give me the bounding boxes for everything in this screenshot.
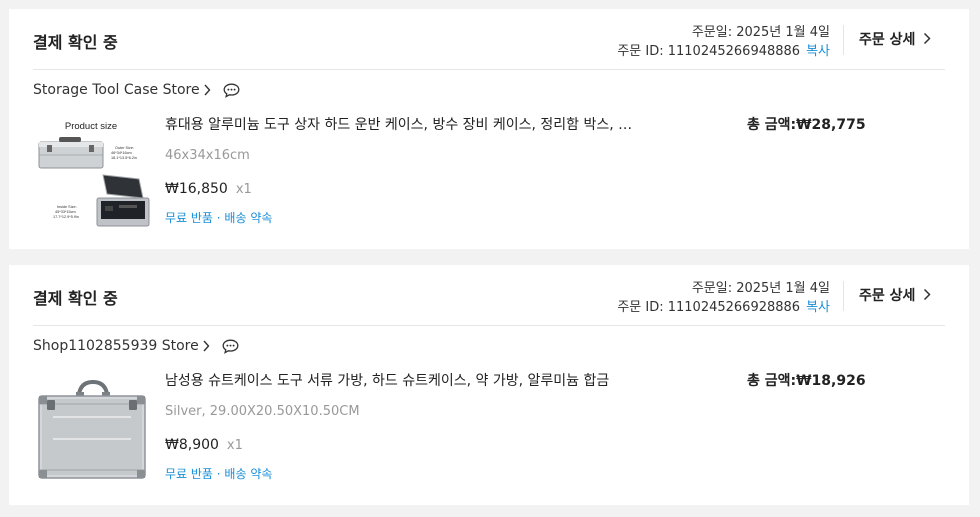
order-status: 결제 확인 중 [33,289,118,308]
copy-order-id-button[interactable]: 복사 [806,44,830,59]
promo-text: 무료 반품 · 배송 약속 [165,467,273,481]
product-quantity: x1 [235,182,252,197]
order-id: 주문 ID: 1110245266948886 [617,44,801,59]
product-price: ₩16,850 [165,181,228,197]
order-status: 결제 확인 중 [33,33,118,52]
header-divider [843,281,844,311]
thumb-inner-cm: 45*33*15cm [55,210,76,214]
thumb-inner-label: Inside Size: [57,205,77,209]
card-divider [33,69,945,70]
product-name[interactable]: 남성용 슈트케이스 도구 서류 가방, 하드 슈트케이스, 약 가방, 알루미늄… [165,370,635,390]
order-card: 결제 확인 중 주문일: 2025년 1월 4일 주문 ID: 11102452… [9,9,969,249]
store-name: Storage Tool Case Store [33,82,200,98]
product-name[interactable]: 휴대용 알루미늄 도구 상자 하드 운반 케이스, 방수 장비 케이스, 정리함… [165,114,635,134]
product-variant: 46x34x16cm [165,148,250,163]
price-row: ₩16,850 x1 [165,181,252,197]
chevron-right-icon [924,32,931,45]
chat-bubble-icon[interactable] [223,83,240,98]
store-link[interactable]: Shop1102855939 Store [33,338,239,354]
briefcase-image [33,368,151,492]
promo-text: 무료 반품 · 배송 약속 [165,211,273,225]
order-id: 주문 ID: 1110245266928886 [617,300,801,315]
order-date: 주문일: 2025년 1월 4일 [691,25,830,40]
product-quantity: x1 [226,438,243,453]
order-detail-button[interactable]: 주문 상세 [859,285,931,305]
product-variant: Silver, 29.00X20.50X10.50CM [165,404,360,419]
thumb-outer-cm: 46*34*16cm [111,151,132,155]
order-date: 주문일: 2025년 1월 4일 [691,281,830,296]
thumb-outer-label: Outer Size: [115,146,134,150]
order-detail-label: 주문 상세 [859,32,916,48]
order-id-row: 주문 ID: 1110245266928886 복사 [617,296,830,315]
chevron-right-icon [203,340,210,352]
header-divider [843,25,844,55]
thumb-outer-in: 18.1*13.5*6.2in [111,156,137,160]
order-detail-button[interactable]: 주문 상세 [859,29,931,49]
card-divider [33,325,945,326]
chat-bubble-icon[interactable] [222,339,239,354]
copy-order-id-button[interactable]: 복사 [806,300,830,315]
chevron-right-icon [204,84,211,96]
chevron-right-icon [924,288,931,301]
thumb-inner-in: 17.7*12.9*5.9in [53,215,79,219]
toolbox-size-image: Product size Outer Size: 46*34*16cm 18.1… [33,112,151,236]
order-detail-label: 주문 상세 [859,288,916,304]
store-link[interactable]: Storage Tool Case Store [33,82,240,98]
price-row: ₩8,900 x1 [165,437,243,453]
order-card: 결제 확인 중 주문일: 2025년 1월 4일 주문 ID: 11102452… [9,265,969,505]
product-thumbnail[interactable] [33,368,151,492]
order-total: 총 금액:₩28,775 [747,117,866,133]
thumb-title: Product size [65,121,117,132]
order-id-row: 주문 ID: 1110245266948886 복사 [617,40,830,59]
product-thumbnail[interactable]: Product size Outer Size: 46*34*16cm 18.1… [33,112,151,236]
order-total: 총 금액:₩18,926 [747,373,866,389]
product-price: ₩8,900 [165,437,219,453]
store-name: Shop1102855939 Store [33,338,199,354]
